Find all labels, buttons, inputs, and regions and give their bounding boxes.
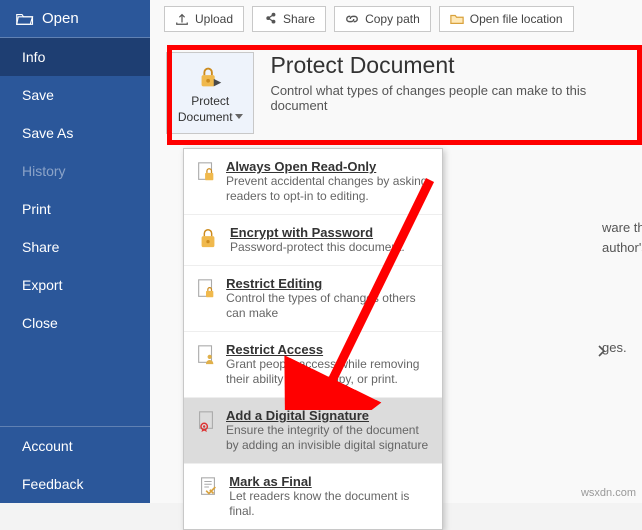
sidebar-item-share[interactable]: Share: [0, 228, 150, 266]
sidebar-item-account[interactable]: Account: [0, 427, 150, 465]
protect-document-menu: Always Open Read-OnlyPrevent accidental …: [183, 148, 443, 530]
doc-restrict-icon: [196, 278, 216, 300]
chevron-right-icon: [598, 345, 606, 357]
open-location-button[interactable]: Open file location: [439, 6, 574, 32]
sidebar-item-export[interactable]: Export: [0, 266, 150, 304]
sidebar-item-history[interactable]: History: [0, 152, 150, 190]
copy-path-button[interactable]: Copy path: [334, 6, 431, 32]
folder-icon: [450, 12, 464, 26]
open-label: Open: [42, 10, 79, 27]
menu-item-mark-final[interactable]: Mark as FinalLet readers know the docume…: [184, 464, 442, 529]
menu-item-read-only[interactable]: Always Open Read-OnlyPrevent accidental …: [184, 149, 442, 215]
sidebar-item-save-as[interactable]: Save As: [0, 114, 150, 152]
doc-ribbon-icon: [196, 410, 216, 432]
folder-open-icon: [16, 12, 34, 26]
menu-item-restrict-editing[interactable]: Restrict EditingControl the types of cha…: [184, 266, 442, 332]
link-icon: [345, 12, 359, 26]
protect-btn-label2: Document: [178, 110, 233, 124]
background-text: ware that it contains: author's name: [602, 218, 642, 257]
chevron-down-icon: [235, 114, 243, 120]
doc-lock-icon: [196, 161, 216, 183]
protect-title: Protect Document: [270, 52, 632, 79]
share-icon: [263, 12, 277, 26]
sidebar-item-close[interactable]: Close: [0, 304, 150, 342]
lock-key-icon: [198, 227, 218, 249]
sidebar-item-info[interactable]: Info: [0, 38, 150, 76]
protect-desc: Control what types of changes people can…: [270, 83, 632, 113]
watermark: wsxdn.com: [581, 487, 636, 499]
sidebar-item-feedback[interactable]: Feedback: [0, 465, 150, 503]
doc-person-icon: [196, 344, 216, 366]
upload-icon: [175, 12, 189, 26]
protect-btn-label1: Protect: [191, 94, 229, 108]
doc-final-icon: [198, 476, 218, 498]
protect-document-button[interactable]: Protect Document: [166, 52, 254, 134]
menu-item-encrypt[interactable]: Encrypt with PasswordPassword-protect th…: [184, 215, 442, 266]
open-header[interactable]: Open: [0, 0, 150, 37]
lock-shield-icon: [195, 62, 225, 92]
sidebar-item-save[interactable]: Save: [0, 76, 150, 114]
backstage-sidebar: Open Info Save Save As History Print Sha…: [0, 0, 150, 503]
info-toolbar: Upload Share Copy path Open file locatio…: [150, 0, 642, 42]
protect-document-panel: Protect Document Protect Document Contro…: [150, 42, 642, 144]
share-button[interactable]: Share: [252, 6, 326, 32]
upload-button[interactable]: Upload: [164, 6, 244, 32]
menu-item-restrict-access[interactable]: Restrict AccessGrant people access while…: [184, 332, 442, 398]
sidebar-item-print[interactable]: Print: [0, 190, 150, 228]
menu-item-digital-signature[interactable]: Add a Digital SignatureEnsure the integr…: [184, 398, 442, 464]
